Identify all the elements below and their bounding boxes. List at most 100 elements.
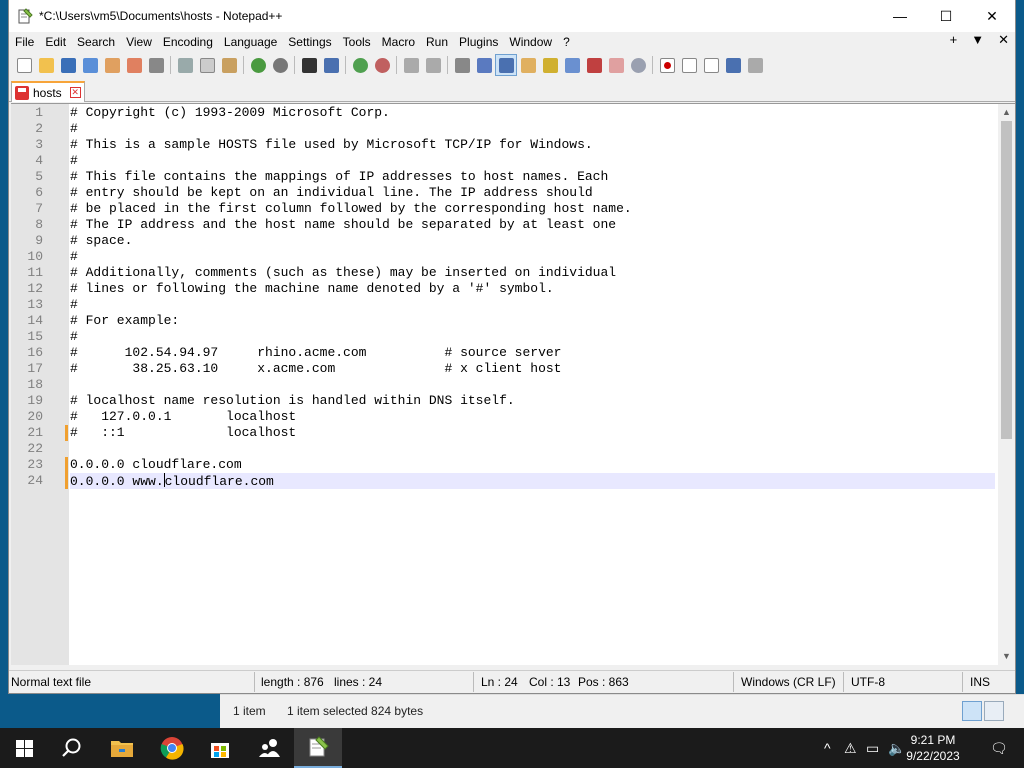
notifications-icon[interactable]: 🗨	[990, 740, 1008, 757]
menu-search[interactable]: Search	[72, 35, 120, 49]
find-icon[interactable]	[298, 54, 320, 76]
new-tab-button[interactable]: +	[950, 32, 958, 48]
tab-close-icon[interactable]: ✕	[69, 87, 81, 98]
menu-run[interactable]: Run	[421, 35, 453, 49]
code-line[interactable]: #	[70, 249, 995, 265]
monitoring-icon[interactable]	[627, 54, 649, 76]
sync-horizontal-icon[interactable]	[422, 54, 444, 76]
paste-icon[interactable]	[218, 54, 240, 76]
menu-language[interactable]: Language	[219, 35, 282, 49]
close-all-icon[interactable]	[123, 54, 145, 76]
word-wrap-icon[interactable]	[451, 54, 473, 76]
code-line[interactable]: # lines or following the machine name de…	[70, 281, 995, 297]
menu-macro[interactable]: Macro	[377, 35, 420, 49]
notepadpp-taskbar-button[interactable]	[294, 728, 342, 768]
code-line[interactable]: # For example:	[70, 313, 995, 329]
menu-edit[interactable]: Edit	[40, 35, 71, 49]
stop-macro-icon[interactable]	[678, 54, 700, 76]
doc-list-icon[interactable]	[561, 54, 583, 76]
cut-icon[interactable]	[174, 54, 196, 76]
code-line[interactable]	[70, 377, 995, 393]
open-file-icon[interactable]	[35, 54, 57, 76]
chrome-button[interactable]	[148, 728, 196, 768]
zoom-out-icon[interactable]	[371, 54, 393, 76]
vertical-scrollbar[interactable]: ▲ ▼	[998, 104, 1015, 665]
store-button[interactable]	[196, 728, 244, 768]
scroll-thumb[interactable]	[1001, 121, 1012, 439]
play-macro-icon[interactable]	[700, 54, 722, 76]
menu-help[interactable]: ?	[558, 35, 575, 49]
details-view-button[interactable]	[962, 701, 982, 721]
zoom-in-icon[interactable]	[349, 54, 371, 76]
code-text[interactable]: # Copyright (c) 1993-2009 Microsoft Corp…	[70, 105, 995, 489]
network-icon[interactable]: ▭	[866, 740, 879, 757]
code-line[interactable]: # ::1 localhost	[70, 425, 995, 441]
indent-guide-icon[interactable]	[495, 54, 517, 76]
file-explorer-button[interactable]	[98, 728, 146, 768]
new-file-icon[interactable]	[13, 54, 35, 76]
line-number: 17	[27, 361, 43, 376]
code-line[interactable]: # 102.54.94.97 rhino.acme.com # source s…	[70, 345, 995, 361]
clock-date: 9/22/2023	[906, 749, 960, 763]
code-line[interactable]: #	[70, 297, 995, 313]
run-macro-multiple-icon[interactable]	[722, 54, 744, 76]
start-button[interactable]	[0, 728, 48, 768]
udl-icon[interactable]	[517, 54, 539, 76]
clock[interactable]: 9:21 PM 9/22/2023	[898, 732, 968, 764]
save-all-icon[interactable]	[79, 54, 101, 76]
code-line[interactable]: # be placed in the first column followed…	[70, 201, 995, 217]
scroll-down-icon[interactable]: ▼	[998, 648, 1015, 665]
folder-workspace-icon[interactable]	[605, 54, 627, 76]
code-line[interactable]: # 127.0.0.1 localhost	[70, 409, 995, 425]
editor-area[interactable]: 1 2 3 4 5 6 7 8 9 10 11 12 13 14 15 16 17 18 19 20 21 22 23 24 …	[11, 103, 1015, 665]
code-line[interactable]: # space.	[70, 233, 995, 249]
code-line[interactable]: # Copyright (c) 1993-2009 Microsoft Corp…	[70, 105, 995, 121]
code-line[interactable]: # Additionally, comments (such as these)…	[70, 265, 995, 281]
doc-map-icon[interactable]	[539, 54, 561, 76]
code-line[interactable]: #	[70, 329, 995, 345]
menu-tools[interactable]: Tools	[338, 35, 376, 49]
undo-icon[interactable]	[247, 54, 269, 76]
code-line[interactable]	[70, 441, 995, 457]
code-line[interactable]: 0.0.0.0 cloudflare.com	[70, 457, 995, 473]
close-button[interactable]: ✕	[969, 0, 1015, 32]
code-line[interactable]: # 38.25.63.10 x.acme.com # x client host	[70, 361, 995, 377]
code-line[interactable]: #	[70, 153, 995, 169]
close-tab-button[interactable]: ✕	[998, 32, 1009, 48]
action-center-alert-icon[interactable]: ⚠	[844, 740, 857, 757]
code-line[interactable]: #	[70, 121, 995, 137]
tab-hosts[interactable]: hosts ✕	[11, 81, 85, 102]
code-line[interactable]: # entry should be kept on an individual …	[70, 185, 995, 201]
tab-list-dropdown[interactable]: ▼	[971, 32, 984, 48]
menu-window[interactable]: Window	[504, 35, 557, 49]
scroll-up-icon[interactable]: ▲	[998, 104, 1015, 121]
code-line[interactable]: # This file contains the mappings of IP …	[70, 169, 995, 185]
save-macro-icon[interactable]	[744, 54, 766, 76]
menu-plugins[interactable]: Plugins	[454, 35, 503, 49]
show-hidden-icons-icon[interactable]: ^	[824, 740, 831, 756]
code-line[interactable]: # The IP address and the host name shoul…	[70, 217, 995, 233]
record-macro-icon[interactable]	[656, 54, 678, 76]
maximize-button[interactable]: ☐	[923, 0, 969, 32]
print-icon[interactable]	[145, 54, 167, 76]
function-list-icon[interactable]	[583, 54, 605, 76]
large-icons-view-button[interactable]	[984, 701, 1004, 721]
line-numbers: 1 2 3 4 5 6 7 8 9 10 11 12 13 14 15 16 17 18 19 20 21 22 23 24	[11, 105, 43, 489]
redo-icon[interactable]	[269, 54, 291, 76]
menu-encoding[interactable]: Encoding	[158, 35, 218, 49]
menu-settings[interactable]: Settings	[283, 35, 336, 49]
replace-icon[interactable]	[320, 54, 342, 76]
show-all-chars-icon[interactable]	[473, 54, 495, 76]
code-line[interactable]: 0.0.0.0 www.cloudflare.com	[70, 473, 995, 489]
copy-icon[interactable]	[196, 54, 218, 76]
sync-vertical-icon[interactable]	[400, 54, 422, 76]
code-line[interactable]: # localhost name resolution is handled w…	[70, 393, 995, 409]
code-line[interactable]: # This is a sample HOSTS file used by Mi…	[70, 137, 995, 153]
people-button[interactable]	[246, 728, 294, 768]
menu-file[interactable]: File	[10, 35, 39, 49]
menu-view[interactable]: View	[121, 35, 157, 49]
close-file-icon[interactable]	[101, 54, 123, 76]
search-button[interactable]	[48, 728, 96, 768]
minimize-button[interactable]: —	[877, 0, 923, 32]
save-icon[interactable]	[57, 54, 79, 76]
